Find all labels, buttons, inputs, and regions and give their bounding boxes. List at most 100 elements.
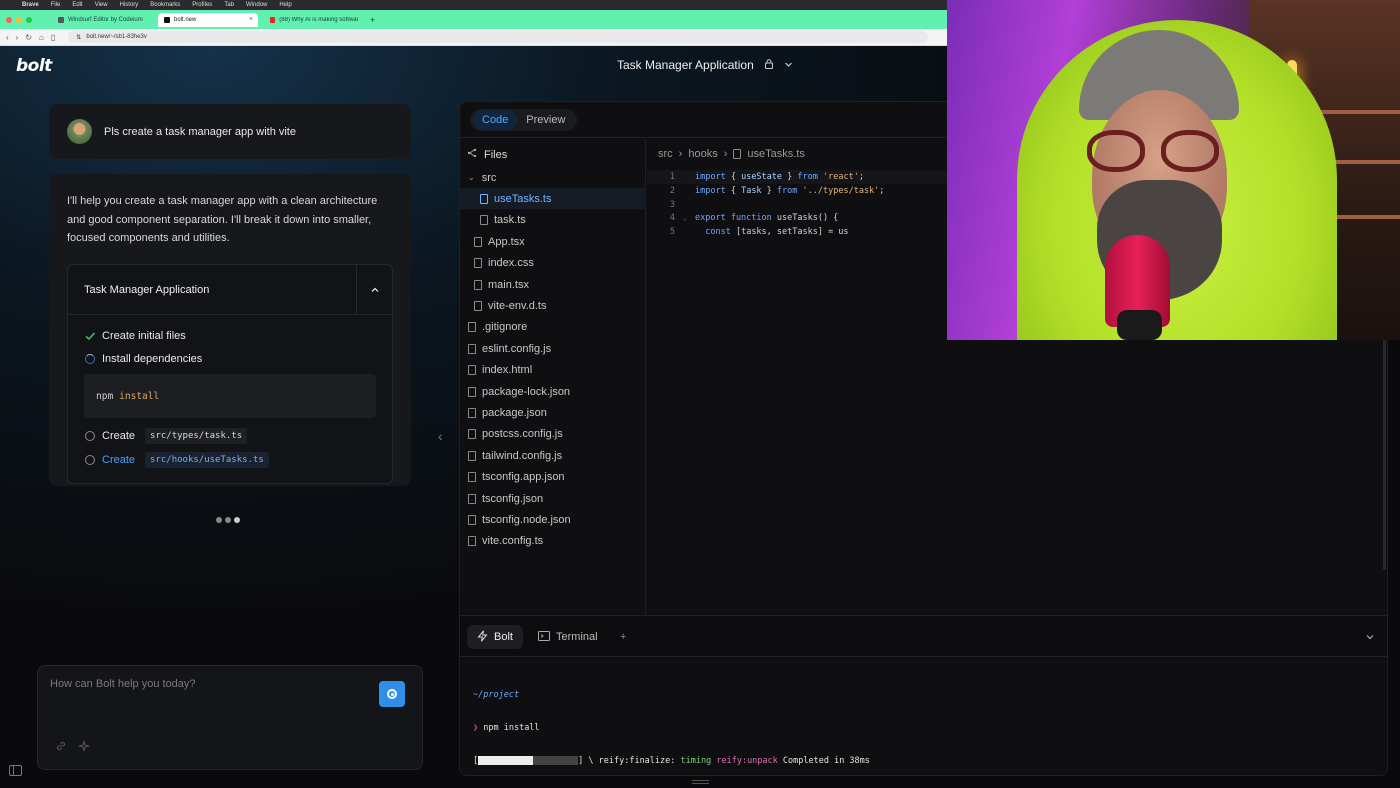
file-item[interactable]: tsconfig.app.json [460, 467, 646, 488]
file-icon [468, 365, 476, 376]
file-item[interactable]: vite-env.d.ts [460, 295, 646, 316]
tab-terminal[interactable]: Terminal [528, 625, 608, 649]
site-info-icon[interactable]: ⇅ [76, 34, 81, 41]
browser-tab-windsurf[interactable]: Windsurf Editor by Codeium [52, 13, 152, 27]
chevron-down-icon[interactable] [1365, 629, 1375, 647]
timing-label: timing [680, 756, 712, 766]
browser-tab-bar: Windsurf Editor by Codeium bolt.new × (88… [0, 10, 947, 29]
menu-edit[interactable]: Edit [72, 2, 82, 8]
prompt-input[interactable] [50, 678, 350, 690]
chevron-down-icon[interactable] [784, 58, 793, 72]
scrollbar[interactable] [1383, 340, 1386, 570]
step-file-chip[interactable]: src/hooks/useTasks.ts [145, 452, 269, 468]
new-tab-button[interactable]: + [370, 15, 375, 25]
webcam-overlay [947, 0, 1400, 340]
file-item[interactable]: .gitignore [460, 317, 646, 338]
address-bar: ‹ › ↻ ⌂ ▯ ⇅ bolt.new/~/sb1-83he3v [0, 29, 947, 46]
browser-tab-youtube[interactable]: (88) Why AI is making software ... [264, 13, 364, 27]
terminal-output[interactable]: ~/project ❯ npm install [] \ reify:final… [473, 668, 870, 775]
code-token: } [782, 172, 798, 182]
menu-help[interactable]: Help [279, 2, 291, 8]
tab-code[interactable]: Code [473, 110, 518, 130]
file-icon [468, 472, 476, 483]
file-item[interactable]: tsconfig.json [460, 488, 646, 509]
tab-label: Bolt [494, 631, 513, 643]
menu-bookmarks[interactable]: Bookmarks [150, 2, 180, 8]
code-token: export function [695, 213, 777, 224]
menu-file[interactable]: File [51, 2, 61, 8]
zoom-window-button[interactable] [26, 16, 32, 23]
file-item[interactable]: package.json [460, 402, 646, 423]
file-item[interactable]: tailwind.config.js [460, 445, 646, 466]
menu-window[interactable]: Window [246, 2, 267, 8]
menu-history[interactable]: History [120, 2, 139, 8]
file-tree: Files ⌄ src useTasks.ts task.ts App.tsx index… [460, 139, 646, 615]
file-icon [474, 236, 482, 247]
chevron-down-icon: ⌄ [468, 173, 475, 182]
add-terminal-button[interactable]: + [610, 625, 636, 649]
file-icon [468, 407, 476, 418]
tab-label: (88) Why AI is making software ... [279, 16, 358, 23]
collapse-artifact-button[interactable] [356, 265, 392, 315]
file-item[interactable]: index.css [460, 253, 646, 274]
forward-icon[interactable]: › [16, 33, 19, 42]
close-window-button[interactable] [6, 16, 12, 23]
chevron-left-icon[interactable]: ‹ [438, 428, 443, 444]
project-title[interactable]: Task Manager Application [617, 58, 793, 72]
link-icon[interactable] [55, 740, 67, 755]
menu-brave[interactable]: Brave [22, 2, 39, 8]
close-tab-icon[interactable]: × [249, 16, 253, 23]
code-token: from [797, 172, 818, 182]
tab-preview[interactable]: Preview [517, 110, 574, 130]
file-item[interactable]: main.tsx [460, 274, 646, 295]
file-item[interactable]: tsconfig.node.json [460, 509, 646, 530]
file-item[interactable]: useTasks.ts [460, 188, 646, 210]
breadcrumb-item[interactable]: src [658, 148, 673, 160]
code-line: 2 import { Task } from '../types/task'; [647, 184, 947, 198]
file-name: useTasks.ts [494, 192, 552, 205]
stop-icon [387, 689, 397, 699]
file-item[interactable]: task.ts [460, 210, 646, 231]
file-item[interactable]: App.tsx [460, 231, 646, 252]
tab-bolt-terminal[interactable]: Bolt [467, 625, 523, 649]
artifact-header[interactable]: Task Manager Application [68, 265, 392, 315]
file-item[interactable]: package-lock.json [460, 381, 646, 402]
file-icon [480, 215, 488, 226]
artifact-card: Task Manager Application Create initial … [67, 264, 393, 484]
file-name: tsconfig.json [482, 492, 544, 505]
resize-handle[interactable] [692, 780, 709, 784]
file-item[interactable]: index.html [460, 360, 646, 381]
back-icon[interactable]: ‹ [6, 33, 9, 42]
menu-tab[interactable]: Tab [224, 2, 234, 8]
enhance-prompt-icon[interactable] [78, 740, 90, 755]
file-icon [468, 343, 476, 354]
url-field[interactable]: ⇅ bolt.new/~/sb1-83he3v [68, 31, 929, 43]
breadcrumb-item[interactable]: hooks [688, 148, 717, 160]
home-icon[interactable]: ⌂ [39, 33, 44, 42]
sidebar-toggle-icon[interactable] [9, 765, 22, 776]
chevron-up-icon [371, 287, 378, 292]
folder-item[interactable]: ⌄ src [460, 167, 646, 188]
reload-icon[interactable]: ↻ [25, 33, 32, 42]
file-name: vite.config.ts [482, 535, 544, 548]
file-icon [474, 300, 482, 311]
step-file-chip[interactable]: src/types/task.ts [145, 428, 248, 444]
check-icon [84, 330, 96, 342]
minimize-window-button[interactable] [16, 16, 22, 23]
bookmark-icon[interactable]: ▯ [51, 33, 55, 42]
file-item[interactable]: postcss.config.js [460, 424, 646, 445]
menu-view[interactable]: View [95, 2, 108, 8]
command-name: npm [96, 390, 114, 402]
bolt-logo[interactable]: bolt [16, 56, 52, 76]
code-line: 3 [647, 198, 947, 212]
file-item[interactable]: vite.config.ts [460, 531, 646, 552]
file-name: .gitignore [482, 321, 528, 334]
browser-tab-bolt[interactable]: bolt.new × [158, 12, 258, 27]
fold-chevron-icon[interactable]: ⌄ [675, 214, 695, 222]
stop-generation-button[interactable] [379, 681, 405, 707]
menu-profiles[interactable]: Profiles [192, 2, 212, 8]
terminal-icon [538, 630, 550, 644]
file-item[interactable]: eslint.config.js [460, 338, 646, 359]
breadcrumb-item[interactable]: useTasks.ts [747, 148, 804, 160]
tab-label: bolt.new [174, 16, 197, 23]
